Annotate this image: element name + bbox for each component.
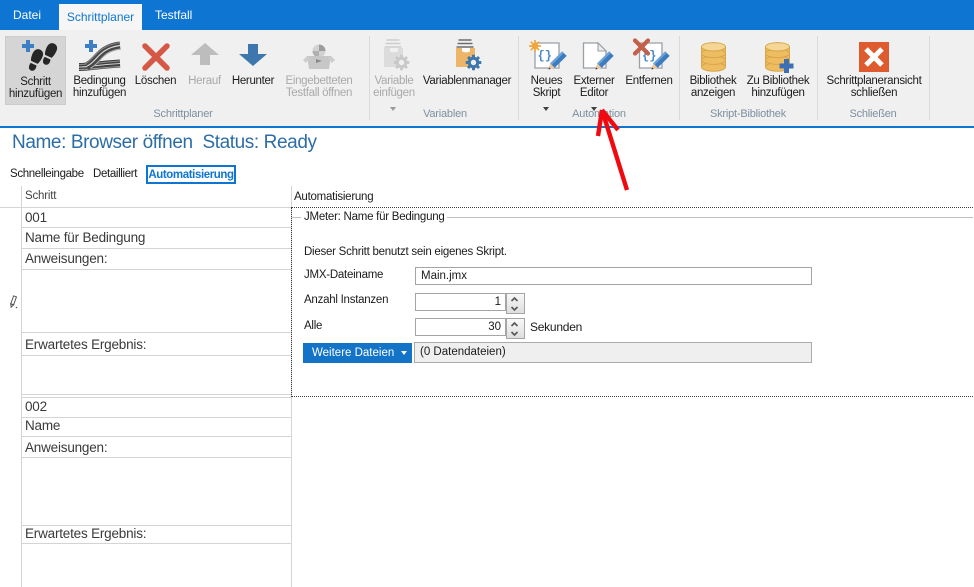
svg-text:{}: {} xyxy=(538,49,552,63)
